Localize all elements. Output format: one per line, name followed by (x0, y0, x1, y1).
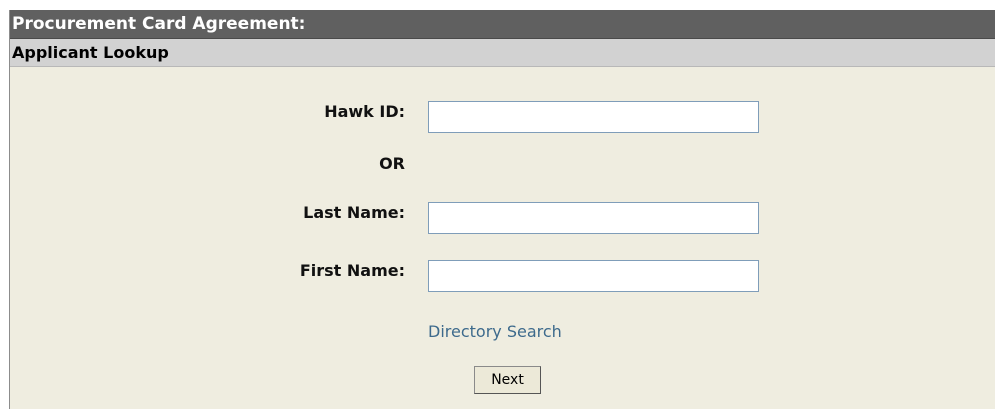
last-name-label: Last Name: (303, 202, 405, 222)
procurement-card-panel: Procurement Card Agreement: Applicant Lo… (9, 10, 995, 409)
hawk-id-label: Hawk ID: (324, 101, 405, 121)
hawk-id-input[interactable] (428, 101, 759, 133)
page-title: Procurement Card Agreement: (10, 10, 995, 39)
next-button[interactable]: Next (474, 366, 541, 394)
or-label: OR (379, 153, 405, 173)
first-name-label: First Name: (299, 260, 405, 280)
last-name-input[interactable] (428, 202, 759, 234)
directory-search-link[interactable]: Directory Search (428, 322, 562, 341)
first-name-input[interactable] (428, 260, 759, 292)
section-title: Applicant Lookup (10, 39, 995, 67)
